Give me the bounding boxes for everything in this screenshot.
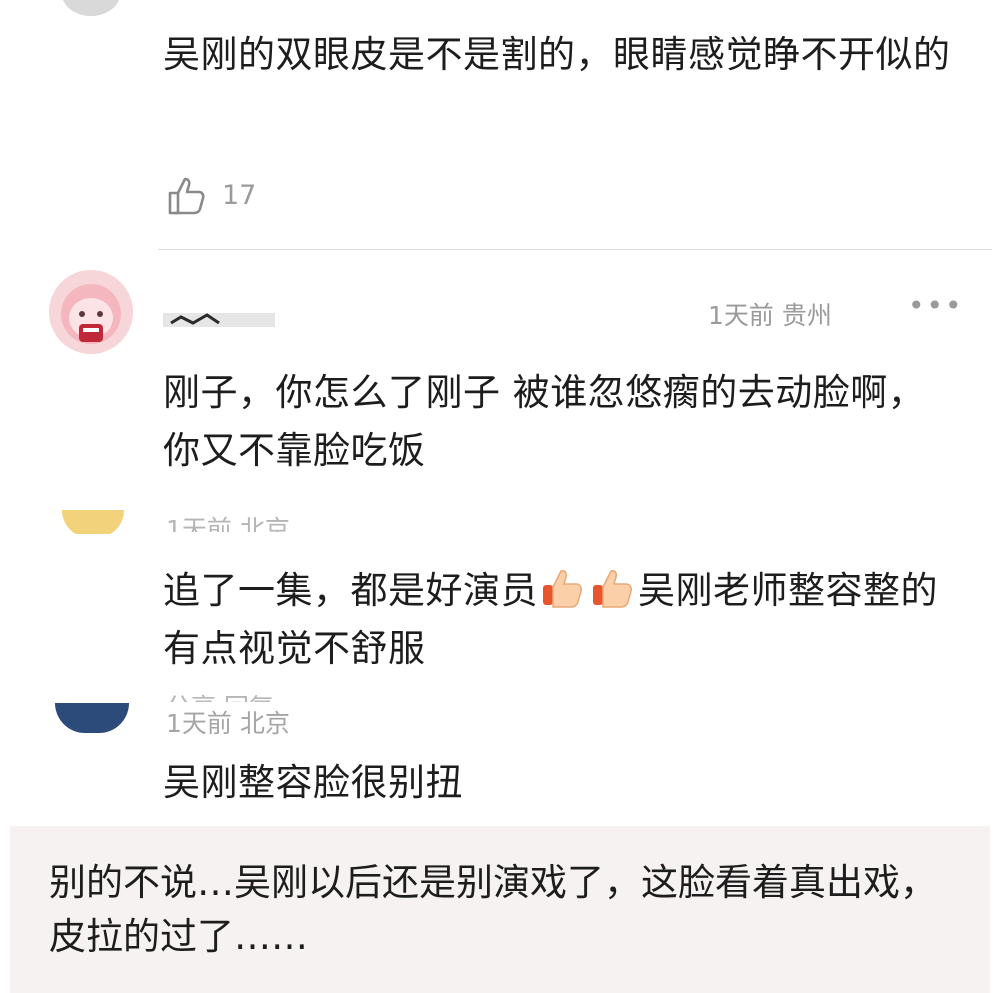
divider [158,249,992,250]
thumbs-up-emoji-icon [540,565,586,611]
comment-text: 吴刚整容脸很别扭 [163,761,463,804]
comment-actions[interactable]: 分享 回复 [166,688,274,702]
username-blurred[interactable] [163,305,275,331]
comment-meta: 1天前 北京 [166,704,290,740]
thumbs-up-icon[interactable] [166,173,210,217]
time-label: 1天前 [708,301,774,330]
more-icon[interactable]: ••• [908,289,964,322]
comment-text-part: 追了一集，都是好演员 [163,569,538,612]
time-label: 1天前 [166,709,232,738]
comment-text: 别的不说…吴刚以后还是别演戏了，这脸看着真出戏，皮拉的过了…… [49,861,937,958]
avatar[interactable] [55,703,129,733]
location-label: 北京 [239,709,290,738]
comment-meta: 1天前 贵州 [708,296,832,332]
location-label: 贵州 [781,301,832,330]
thumbs-up-emoji-icon [590,565,636,611]
comment-text: 刚子，你怎么了刚子 被谁忽悠瘸的去动脸啊，你又不靠脸吃饭 [163,371,926,472]
comment-text: 吴刚的双眼皮是不是割的，眼睛感觉睁不开似的 [163,33,951,76]
comment-meta: 1天前 北京 [166,515,290,532]
avatar[interactable] [49,270,133,354]
like-count: 17 [222,180,257,211]
comment-text: 追了一集，都是好演员 吴刚老师整容整的有点视觉不舒服 [163,562,953,678]
